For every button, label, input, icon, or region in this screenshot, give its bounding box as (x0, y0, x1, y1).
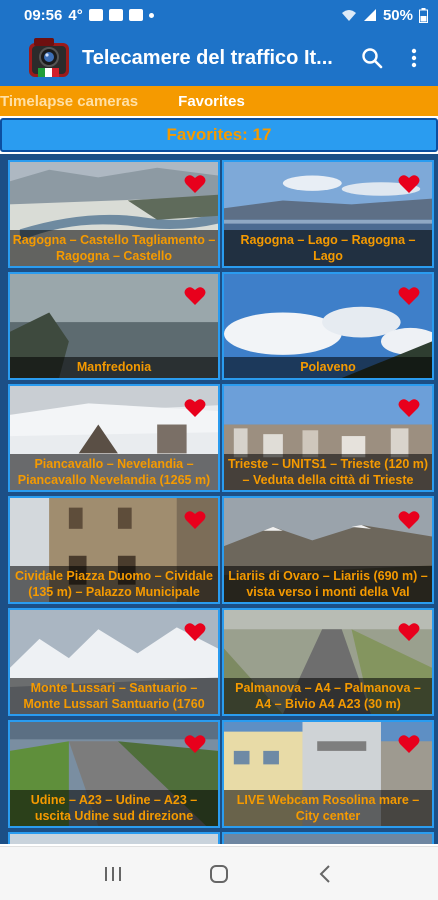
favorite-heart-icon[interactable] (184, 398, 206, 418)
tab-timelapse-cameras[interactable]: Timelapse cameras (0, 93, 138, 110)
camera-tile[interactable]: Udine – A23 – Udine – A23 – uscita Udine… (8, 720, 220, 828)
favorite-heart-icon[interactable] (184, 622, 206, 642)
camera-grid[interactable]: Ragogna – Castello Tagliamento – Ragogna… (0, 154, 438, 844)
recents-button[interactable] (93, 854, 133, 894)
home-icon (210, 864, 228, 883)
status-temperature: 4° (68, 6, 83, 24)
camera-caption: Cividale Piazza Duomo – Cividale (135 m)… (10, 566, 218, 602)
camera-tile[interactable]: Monte Lussari – Santuario – Monte Lussar… (8, 608, 220, 716)
camera-tile[interactable]: Piancavallo – Nevelandia – Piancavallo N… (8, 384, 220, 492)
camera-caption: Ragogna – Castello Tagliamento – Ragogna… (10, 230, 218, 266)
battery-percent: 50% (382, 6, 413, 24)
camera-tile[interactable]: Palmanova – A4 – Palmanova – A4 – Bivio … (222, 608, 434, 716)
camera-caption: Trieste – UNITS1 – Trieste (120 m) – Ved… (224, 454, 432, 490)
favorite-heart-icon[interactable] (398, 734, 420, 754)
camera-tile[interactable]: Cividale Piazza Duomo – Cividale (135 m)… (8, 496, 220, 604)
status-bar: 09:56 4° 50% (0, 0, 438, 30)
back-button[interactable] (305, 854, 345, 894)
favorites-count-header: Favorites: 17 (0, 118, 438, 152)
app-title: Telecamere del traffico It... (82, 46, 333, 69)
camera-logo-icon (26, 35, 72, 81)
wifi-icon (341, 10, 356, 21)
camera-tile-partial[interactable] (222, 832, 434, 844)
system-navigation-bar (0, 846, 438, 900)
tab-bar: Timelapse cameras Favorites (0, 86, 438, 116)
camera-caption: Liariis di Ovaro – Liariis (690 m) – vis… (224, 566, 432, 602)
back-icon (319, 864, 330, 883)
camera-caption: Palmanova – A4 – Palmanova – A4 – Bivio … (224, 678, 432, 714)
camera-tile[interactable]: Ragogna – Castello Tagliamento – Ragogna… (8, 160, 220, 268)
favorite-heart-icon[interactable] (184, 286, 206, 306)
camera-thumbnail (224, 834, 432, 844)
youtube-icon (128, 9, 143, 21)
battery-icon (419, 7, 428, 23)
home-button[interactable] (199, 854, 239, 894)
camera-tile[interactable]: LIVE Webcam Rosolina mare – City center (222, 720, 434, 828)
camera-tile[interactable]: Manfredonia (8, 272, 220, 380)
favorite-heart-icon[interactable] (184, 174, 206, 194)
favorite-heart-icon[interactable] (398, 622, 420, 642)
camera-caption: LIVE Webcam Rosolina mare – City center (224, 790, 432, 826)
app-bar: Telecamere del traffico It... (0, 30, 438, 86)
favorite-heart-icon[interactable] (398, 398, 420, 418)
camera-tile[interactable]: Trieste – UNITS1 – Trieste (120 m) – Ved… (222, 384, 434, 492)
camera-caption: Ragogna – Lago – Ragogna – Lago (224, 230, 432, 266)
favorite-heart-icon[interactable] (398, 510, 420, 530)
camera-tile-partial[interactable] (8, 832, 220, 844)
notification-icon (108, 9, 123, 21)
signal-icon (363, 9, 376, 21)
app-screen: 09:56 4° 50% Telecamere del traffico It.… (0, 0, 438, 900)
weather-icon (88, 9, 103, 21)
camera-tile[interactable]: Polaveno (222, 272, 434, 380)
more-notifications-icon (148, 12, 154, 18)
status-time: 09:56 (24, 6, 63, 24)
overflow-menu-button[interactable] (396, 40, 432, 76)
camera-thumbnail (10, 834, 218, 844)
tab-favorites[interactable]: Favorites (178, 93, 245, 110)
more-vert-icon (411, 48, 417, 68)
favorite-heart-icon[interactable] (398, 174, 420, 194)
camera-tile[interactable]: Ragogna – Lago – Ragogna – Lago (222, 160, 434, 268)
camera-caption: Monte Lussari – Santuario – Monte Lussar… (10, 678, 218, 714)
camera-tile[interactable]: Liariis di Ovaro – Liariis (690 m) – vis… (222, 496, 434, 604)
camera-caption: Polaveno (224, 357, 432, 378)
search-button[interactable] (354, 40, 390, 76)
camera-caption: Piancavallo – Nevelandia – Piancavallo N… (10, 454, 218, 490)
camera-caption: Udine – A23 – Udine – A23 – uscita Udine… (10, 790, 218, 826)
favorite-heart-icon[interactable] (184, 734, 206, 754)
camera-caption: Manfredonia (10, 357, 218, 378)
recents-icon (105, 866, 121, 881)
favorite-heart-icon[interactable] (184, 510, 206, 530)
favorite-heart-icon[interactable] (398, 286, 420, 306)
search-icon (362, 48, 383, 69)
